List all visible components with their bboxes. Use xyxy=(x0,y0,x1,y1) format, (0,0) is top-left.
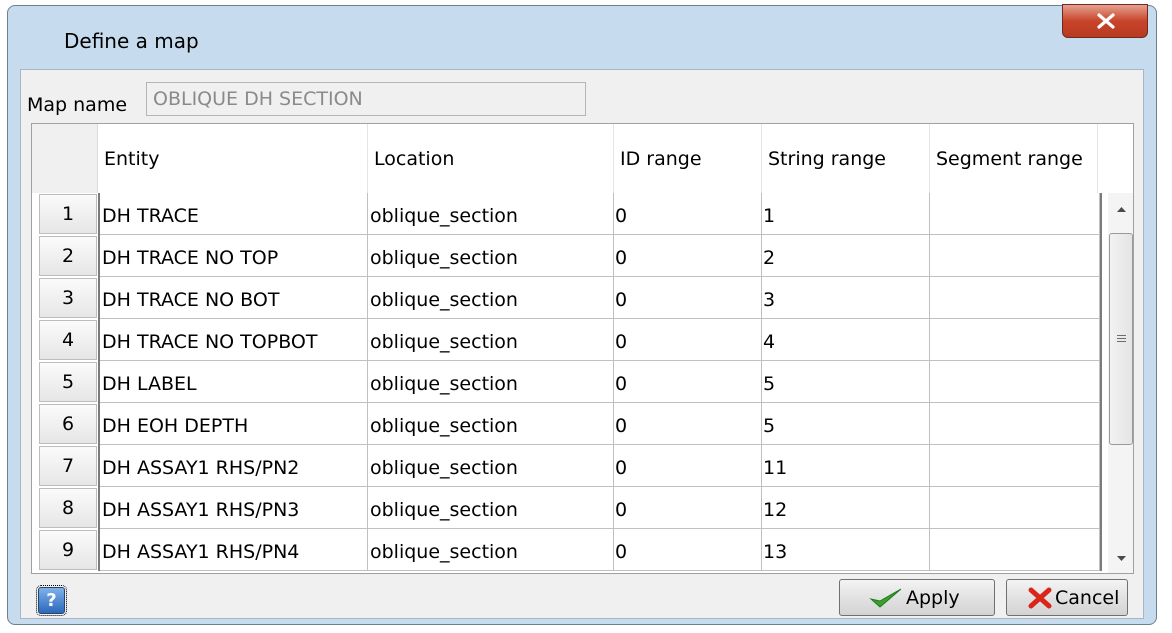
grip-line xyxy=(1117,338,1126,339)
cell-entity[interactable]: DH ASSAY1 RHS/PN4 xyxy=(100,529,368,571)
cell-string-range[interactable]: 12 xyxy=(762,487,930,529)
cell-location[interactable]: oblique_section xyxy=(368,193,614,235)
grip-line xyxy=(1117,335,1126,336)
cancel-x-icon xyxy=(1028,587,1052,609)
cell-segment-range[interactable] xyxy=(930,445,1100,487)
cell-id-range[interactable]: 0 xyxy=(614,235,762,277)
map-table: Entity Location ID range String range Se… xyxy=(31,123,1134,574)
row-header[interactable]: 5 xyxy=(39,362,97,402)
close-icon xyxy=(1097,13,1115,29)
cell-segment-range[interactable] xyxy=(930,487,1100,529)
dialog-body: Map name Entity Location ID range String… xyxy=(20,69,1144,619)
cell-location[interactable]: oblique_section xyxy=(368,361,614,403)
row-header[interactable]: 3 xyxy=(39,278,97,318)
column-header-id-range[interactable]: ID range xyxy=(614,124,762,193)
cell-segment-range[interactable] xyxy=(930,319,1100,361)
row-header[interactable]: 4 xyxy=(39,320,97,360)
close-button[interactable] xyxy=(1062,4,1148,38)
cell-location[interactable]: oblique_section xyxy=(368,319,614,361)
row-header[interactable]: 1 xyxy=(39,194,97,234)
table-cells: DH TRACE oblique_section 0 1 DH TRACE NO TOP… xyxy=(98,193,1102,571)
table-corner xyxy=(32,124,98,193)
apply-button[interactable]: Apply xyxy=(839,579,995,616)
row-header[interactable]: 2 xyxy=(39,236,97,276)
title-bar[interactable]: Define a map xyxy=(8,4,1156,68)
cell-entity[interactable]: DH LABEL xyxy=(100,361,368,403)
row-header[interactable]: 9 xyxy=(39,530,97,570)
cell-string-range[interactable]: 3 xyxy=(762,277,930,319)
column-header-segment-range[interactable]: Segment range xyxy=(930,124,1098,193)
column-header-location[interactable]: Location xyxy=(368,124,614,193)
cell-entity[interactable]: DH ASSAY1 RHS/PN3 xyxy=(100,487,368,529)
map-name-field[interactable] xyxy=(146,82,586,116)
cell-id-range[interactable]: 0 xyxy=(614,277,762,319)
scroll-thumb[interactable] xyxy=(1109,233,1133,445)
cell-location[interactable]: oblique_section xyxy=(368,403,614,445)
cancel-label: Cancel xyxy=(1055,587,1120,609)
cell-string-range[interactable]: 5 xyxy=(762,361,930,403)
cell-id-range[interactable]: 0 xyxy=(614,445,762,487)
checkmark-icon xyxy=(869,588,902,608)
arrow-up-icon xyxy=(1117,207,1126,212)
map-name-label: Map name xyxy=(27,94,128,116)
cell-entity[interactable]: DH TRACE NO BOT xyxy=(100,277,368,319)
cell-string-range[interactable]: 4 xyxy=(762,319,930,361)
row-header[interactable]: 7 xyxy=(39,446,97,486)
cell-id-range[interactable]: 0 xyxy=(614,403,762,445)
grip-line xyxy=(1117,341,1126,342)
cell-string-range[interactable]: 1 xyxy=(762,193,930,235)
cell-segment-range[interactable] xyxy=(930,403,1100,445)
cell-id-range[interactable]: 0 xyxy=(614,529,762,571)
column-header-string-range[interactable]: String range xyxy=(762,124,930,193)
dialog-window: Define a map Map name Entity Location ID… xyxy=(7,4,1157,625)
scroll-up-button[interactable] xyxy=(1108,193,1133,227)
cell-entity[interactable]: DH TRACE NO TOP xyxy=(100,235,368,277)
cell-id-range[interactable]: 0 xyxy=(614,193,762,235)
cell-segment-range[interactable] xyxy=(930,235,1100,277)
cell-entity[interactable]: DH ASSAY1 RHS/PN2 xyxy=(100,445,368,487)
table-body: DH TRACE oblique_section 0 1 DH TRACE NO TOP… xyxy=(32,193,1102,573)
cell-location[interactable]: oblique_section xyxy=(368,487,614,529)
column-header-entity[interactable]: Entity xyxy=(98,124,368,193)
cell-entity[interactable]: DH TRACE NO TOPBOT xyxy=(100,319,368,361)
cell-location[interactable]: oblique_section xyxy=(368,235,614,277)
help-button[interactable]: ? xyxy=(36,585,67,616)
cell-segment-range[interactable] xyxy=(930,193,1100,235)
cell-location[interactable]: oblique_section xyxy=(368,445,614,487)
arrow-down-icon xyxy=(1117,556,1126,561)
cell-segment-range[interactable] xyxy=(930,361,1100,403)
cell-segment-range[interactable] xyxy=(930,529,1100,571)
row-header[interactable]: 6 xyxy=(39,404,97,444)
cell-entity[interactable]: DH EOH DEPTH xyxy=(100,403,368,445)
scroll-down-button[interactable] xyxy=(1108,541,1133,573)
apply-label: Apply xyxy=(906,587,960,609)
cell-id-range[interactable]: 0 xyxy=(614,361,762,403)
window-title: Define a map xyxy=(64,29,199,53)
cell-location[interactable]: oblique_section xyxy=(368,529,614,571)
cell-location[interactable]: oblique_section xyxy=(368,277,614,319)
vertical-scrollbar[interactable] xyxy=(1108,193,1133,573)
cancel-button[interactable]: Cancel xyxy=(1006,579,1128,616)
cell-segment-range[interactable] xyxy=(930,277,1100,319)
row-header[interactable]: 8 xyxy=(39,488,97,528)
cell-entity[interactable]: DH TRACE xyxy=(100,193,368,235)
cell-id-range[interactable]: 0 xyxy=(614,487,762,529)
cell-id-range[interactable]: 0 xyxy=(614,319,762,361)
cell-string-range[interactable]: 2 xyxy=(762,235,930,277)
cell-string-range[interactable]: 5 xyxy=(762,403,930,445)
cell-string-range[interactable]: 13 xyxy=(762,529,930,571)
cell-string-range[interactable]: 11 xyxy=(762,445,930,487)
